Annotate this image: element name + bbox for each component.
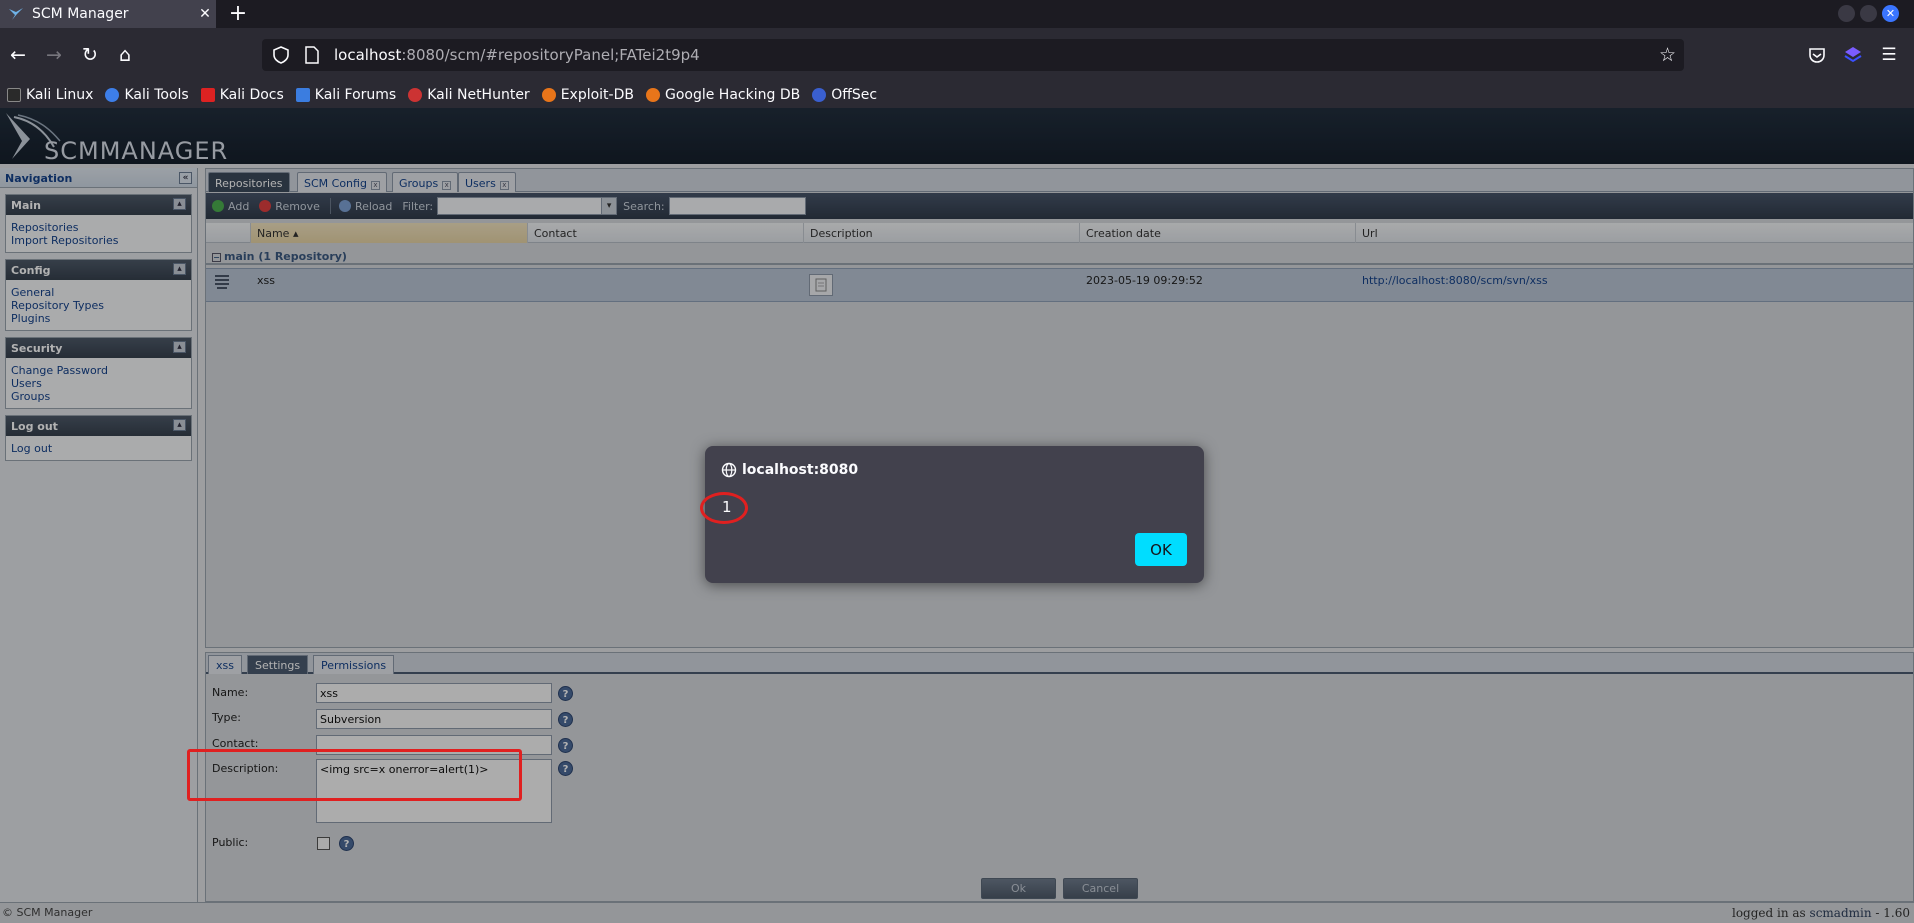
kali-docs-icon [200,88,215,102]
bookmarks-toolbar: Kali Linux Kali Tools Kali Docs Kali For… [0,82,1914,108]
forward-icon[interactable]: → [41,42,67,68]
exploit-db-icon [541,88,556,102]
kali-forums-icon [295,88,310,102]
browser-tab[interactable]: SCM Manager ✕ [0,0,216,28]
bookmark-kali-nethunter[interactable]: Kali NetHunter [408,87,530,103]
scm-favicon-icon [9,8,23,20]
pocket-icon[interactable] [1808,47,1826,64]
ghdb-icon [645,88,660,102]
bookmark-label: OffSec [831,87,878,103]
maximize-window-icon[interactable] [1860,5,1877,22]
home-icon[interactable]: ⌂ [112,42,138,68]
bookmark-label: Google Hacking DB [664,87,801,103]
offsec-icon [812,88,827,102]
bookmark-label: Kali Forums [314,87,397,103]
bookmark-label: Kali Tools [124,87,189,103]
globe-icon [721,462,737,478]
bookmark-kali-forums[interactable]: Kali Forums [295,87,397,103]
bookmark-star-icon[interactable]: ☆ [1659,44,1676,66]
nethunter-icon [408,88,423,102]
extension-icon[interactable] [1844,46,1862,64]
alert-ok-button[interactable]: OK [1135,533,1187,566]
bookmark-label: Exploit-DB [560,87,634,103]
bookmark-kali-tools[interactable]: Kali Tools [105,87,189,103]
alert-origin: localhost:8080 [721,462,858,478]
bookmark-label: Kali Linux [26,87,94,103]
bookmark-kali-docs[interactable]: Kali Docs [200,87,284,103]
close-window-icon[interactable]: ✕ [1882,5,1899,22]
url-host: localhost [334,46,402,64]
browser-navbar: ← → ↻ ⌂ localhost:8080/scm/#repositoryPa… [0,28,1914,82]
bookmark-label: Kali NetHunter [427,87,530,103]
annotation-circle [700,492,748,524]
back-icon[interactable]: ← [5,42,31,68]
minimize-window-icon[interactable] [1838,5,1855,22]
alert-origin-text: localhost:8080 [742,462,859,478]
new-tab-icon[interactable]: + [226,2,250,26]
bookmark-label: Kali Docs [219,87,284,103]
shield-icon [273,46,289,64]
bookmark-google-hacking-db[interactable]: Google Hacking DB [645,87,801,103]
bookmark-kali-linux[interactable]: Kali Linux [7,87,93,103]
close-tab-icon[interactable]: ✕ [194,6,216,22]
annotation-rectangle [187,749,522,801]
alert-dialog: localhost:8080 1 OK [705,446,1204,583]
url-path: :8080/scm/#repositoryPanel;FATei2t9p4 [401,46,700,64]
bookmark-offsec[interactable]: OffSec [812,87,877,103]
bookmark-exploit-db[interactable]: Exploit-DB [541,87,634,103]
url-text: localhost:8080/scm/#repositoryPanel;FATe… [334,46,700,64]
menu-icon[interactable]: ☰ [1876,42,1902,68]
browser-tab-title: SCM Manager [32,6,129,22]
kali-icon [7,88,21,102]
kali-tools-icon [105,88,120,102]
browser-tabstrip: SCM Manager ✕ + ✕ [0,0,1914,28]
url-bar[interactable]: localhost:8080/scm/#repositoryPanel;FATe… [262,39,1684,71]
reload-icon[interactable]: ↻ [77,42,103,68]
page-icon [305,46,319,64]
